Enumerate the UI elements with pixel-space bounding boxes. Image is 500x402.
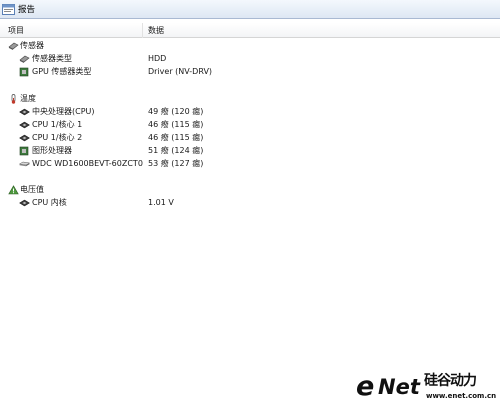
enet-watermark-logo: e Net 硅谷动力 www.enet.com.cn xyxy=(356,371,497,402)
item-label: 中央处理器(CPU) xyxy=(32,107,95,116)
group-temperature[interactable]: 温度 xyxy=(0,93,500,105)
item-label: CPU 1/核心 1 xyxy=(32,120,83,129)
watermark-chinese-name: 硅谷动力 xyxy=(424,373,477,389)
item-value: 53 癈 (127 癋) xyxy=(148,159,204,168)
group-label-voltage: 电压值 xyxy=(20,185,44,194)
item-value: 1.01 V xyxy=(148,198,174,207)
cpu-chip-icon xyxy=(19,134,30,142)
column-header-data[interactable]: 数据 xyxy=(148,23,348,38)
column-header-item[interactable]: 项目 xyxy=(8,23,143,38)
watermark-net: Net xyxy=(378,375,420,399)
item-value: HDD xyxy=(148,54,167,63)
list-item-cpu-temp[interactable]: 中央处理器(CPU) 49 癈 (120 癋) xyxy=(0,106,500,118)
gpu-chip-icon xyxy=(19,67,29,77)
list-item-cpu-core-voltage[interactable]: CPU 内核 1.01 V xyxy=(0,197,500,209)
item-label: WDC WD1600BEVT-60ZCT0 xyxy=(32,159,143,168)
item-label: CPU 1/核心 2 xyxy=(32,133,83,142)
list-item-sensor-type[interactable]: 传感器类型 HDD xyxy=(0,53,500,65)
window-title: 报告 xyxy=(18,5,36,15)
sensor-icon xyxy=(19,55,30,63)
column-header-bar: 项目 数据 xyxy=(0,23,500,38)
item-value: Driver (NV-DRV) xyxy=(148,67,213,76)
item-label: GPU 传感器类型 xyxy=(32,67,92,76)
title-bar: 报告 xyxy=(0,0,500,19)
list-item-cpu-core2-temp[interactable]: CPU 1/核心 2 46 癈 (115 癋) xyxy=(0,132,500,144)
sensor-icon xyxy=(8,42,19,50)
list-item-hdd-temp[interactable]: WDC WD1600BEVT-60ZCT0 53 癈 (127 癋) xyxy=(0,158,500,170)
watermark-e: e xyxy=(356,371,375,402)
group-voltage[interactable]: 电压值 xyxy=(0,184,500,196)
watermark-domain: www.enet.com.cn xyxy=(426,392,497,400)
cpu-chip-icon xyxy=(19,199,30,207)
thermometer-icon xyxy=(11,94,16,104)
item-value: 49 癈 (120 癋) xyxy=(148,107,204,116)
group-label-sensor: 传感器 xyxy=(20,41,44,50)
voltage-icon xyxy=(8,185,19,195)
cpu-chip-icon xyxy=(19,108,30,116)
report-icon xyxy=(2,3,15,15)
group-label-temperature: 温度 xyxy=(20,94,36,103)
gpu-chip-icon xyxy=(19,146,29,156)
item-value: 46 癈 (115 癋) xyxy=(148,120,204,129)
item-value: 46 癈 (115 癋) xyxy=(148,133,204,142)
list-item-gpu-temp[interactable]: 图形处理器 51 癈 (124 癋) xyxy=(0,145,500,157)
item-value: 51 癈 (124 癋) xyxy=(148,146,204,155)
hard-disk-icon xyxy=(19,161,30,167)
list-item-cpu-core1-temp[interactable]: CPU 1/核心 1 46 癈 (115 癋) xyxy=(0,119,500,131)
item-label: 传感器类型 xyxy=(32,54,72,63)
cpu-chip-icon xyxy=(19,121,30,129)
list-item-gpu-sensor-type[interactable]: GPU 传感器类型 Driver (NV-DRV) xyxy=(0,66,500,78)
group-sensor[interactable]: 传感器 xyxy=(0,40,500,52)
item-label: CPU 内核 xyxy=(32,198,67,207)
item-label: 图形处理器 xyxy=(32,146,72,155)
